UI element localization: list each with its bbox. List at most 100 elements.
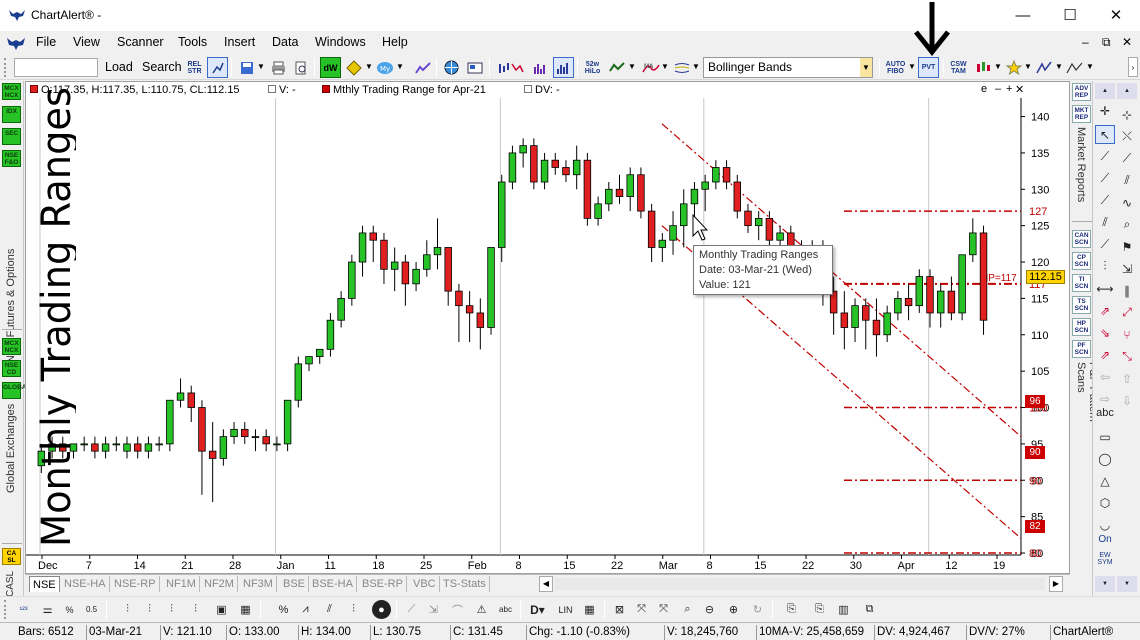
hp-scn-badge[interactable]: HP SCN bbox=[1072, 318, 1091, 336]
auto-fibo-dropdown-arrow-icon[interactable]: ▼ bbox=[908, 62, 916, 71]
calendar-icon[interactable]: ▣ bbox=[212, 600, 231, 619]
vertical-line-tool-icon[interactable]: ⫶ bbox=[1095, 257, 1115, 276]
fib-tool-icon[interactable]: ⫽ bbox=[1117, 171, 1137, 190]
star-icon[interactable] bbox=[1003, 57, 1024, 78]
maximize-button[interactable]: ☐ bbox=[1047, 0, 1093, 31]
adv-rep-badge[interactable]: ADV REP bbox=[1072, 83, 1091, 101]
arrow-down-tool-icon[interactable]: ⇩ bbox=[1117, 391, 1137, 410]
zoom-icon[interactable]: ⌕ bbox=[678, 600, 697, 619]
ti-scn-badge[interactable]: TI SCN bbox=[1072, 274, 1091, 292]
speed-line-tool-icon[interactable]: ⤡ bbox=[1117, 347, 1137, 366]
tab-nse-rp[interactable]: NSE-RP bbox=[111, 576, 160, 592]
print-preview-icon[interactable] bbox=[290, 57, 311, 78]
pvt-button[interactable]: PVT bbox=[918, 57, 939, 78]
copy-icon[interactable]: ⎘ bbox=[782, 600, 801, 619]
crosshair-tool-icon[interactable]: ✛ bbox=[1095, 101, 1115, 120]
indicator-dropdown-arrow-icon[interactable]: ▼ bbox=[628, 62, 636, 71]
candle-pattern-icon[interactable] bbox=[972, 57, 993, 78]
menu-scanner[interactable]: Scanner bbox=[117, 35, 164, 49]
tab-scroll-right-icon[interactable]: ▶ bbox=[1049, 576, 1063, 592]
text-tool-icon[interactable]: abc bbox=[1095, 403, 1115, 422]
tool-scroll-down-icon[interactable]: ▼ bbox=[1095, 576, 1115, 592]
resistance-line-tool-icon[interactable]: ⟋ bbox=[1095, 191, 1115, 210]
percent-icon[interactable]: % bbox=[274, 600, 293, 619]
layout-icon[interactable]: ▥ bbox=[834, 600, 853, 619]
percent-scale-icon[interactable]: % bbox=[60, 600, 79, 619]
ma-icon[interactable]: MA bbox=[640, 57, 661, 78]
tool2-scroll-up-icon[interactable]: ▲ bbox=[1117, 83, 1137, 99]
menu-help[interactable]: Help bbox=[382, 35, 408, 49]
star-dropdown-arrow-icon[interactable]: ▼ bbox=[1024, 62, 1032, 71]
link-windows-icon[interactable]: ⧉ bbox=[860, 600, 879, 619]
global-badge[interactable]: GLOBAL bbox=[2, 382, 30, 399]
close-button[interactable]: ✕ bbox=[1093, 0, 1139, 31]
ca-badge[interactable]: CA SL bbox=[2, 548, 21, 565]
tab-bse-rp[interactable]: BSE-RP bbox=[359, 576, 407, 592]
parallel-tool-icon[interactable]: ∥ bbox=[1117, 281, 1137, 300]
idx-badge[interactable]: IDX bbox=[2, 106, 21, 123]
dw-icon[interactable]: dW bbox=[320, 57, 341, 78]
tab-nse[interactable]: NSE bbox=[29, 576, 60, 592]
triangle-tool-icon[interactable]: △ bbox=[1095, 471, 1115, 490]
tool-scroll-up-icon[interactable]: ▲ bbox=[1095, 83, 1115, 99]
menu-tools[interactable]: Tools bbox=[178, 35, 207, 49]
ellipse-tool-icon[interactable]: ◯ bbox=[1095, 449, 1115, 468]
menu-file[interactable]: File bbox=[36, 35, 56, 49]
chart-link-icon[interactable] bbox=[207, 57, 228, 78]
tab-scroll-left-icon[interactable]: ◀ bbox=[539, 576, 553, 592]
band-icon[interactable] bbox=[671, 57, 692, 78]
csw-tam-button[interactable]: CSW TAM bbox=[948, 57, 969, 78]
sell-signal-tool-icon[interactable]: ⇘ bbox=[1095, 323, 1115, 342]
chart-edit-button[interactable]: e bbox=[981, 83, 987, 95]
pattern-dropdown-arrow-icon[interactable]: ▼ bbox=[1086, 62, 1094, 71]
symbol-input[interactable] bbox=[14, 58, 98, 77]
magnify-tool-icon[interactable]: ⌕ bbox=[1117, 215, 1137, 234]
chart-expand-button[interactable]: + bbox=[1006, 83, 1012, 95]
ts-scn-badge[interactable]: TS SCN bbox=[1072, 296, 1091, 314]
decimal-icon[interactable]: 0.5 bbox=[82, 600, 101, 619]
pf-scn-badge[interactable]: PF SCN bbox=[1072, 340, 1091, 358]
zoom-out-icon[interactable]: ⊖ bbox=[700, 600, 719, 619]
pitchfork-tool-icon[interactable]: ⑂ bbox=[1117, 325, 1137, 344]
cycle-tool-icon[interactable]: ⇗ bbox=[1095, 345, 1115, 364]
curve-icon[interactable]: ⌒ bbox=[448, 600, 467, 619]
my-dropdown-arrow-icon[interactable]: ▼ bbox=[396, 62, 404, 71]
tab-ts-stats[interactable]: TS-Stats bbox=[440, 576, 490, 592]
mdi-close-button[interactable]: ✕ bbox=[1122, 35, 1132, 49]
zigzag-tool-icon[interactable]: ⟋ bbox=[1117, 149, 1137, 168]
print-icon[interactable] bbox=[268, 57, 289, 78]
numbering-icon[interactable]: ¹²³ bbox=[14, 600, 33, 619]
tab-bse-ha[interactable]: BSE-HA bbox=[309, 576, 357, 592]
search-button[interactable]: Search bbox=[142, 60, 182, 74]
load-button[interactable]: Load bbox=[105, 60, 133, 74]
indicator-icon[interactable] bbox=[606, 57, 627, 78]
arrow-icon[interactable]: ⇲ bbox=[424, 600, 443, 619]
globe-icon[interactable] bbox=[441, 57, 462, 78]
ma-dropdown-arrow-icon[interactable]: ▼ bbox=[661, 62, 669, 71]
support-line-tool-icon[interactable]: ⟋ bbox=[1095, 169, 1115, 188]
up-candle-icon[interactable]: ⫶ bbox=[140, 600, 159, 619]
zoom-in-icon[interactable]: ⊕ bbox=[724, 600, 743, 619]
pointer-tool-icon[interactable]: ↖ bbox=[1095, 125, 1115, 144]
down-candle-icon[interactable]: ⫶ bbox=[162, 600, 181, 619]
menu-view[interactable]: View bbox=[73, 35, 100, 49]
candle-tool-icon[interactable]: ⫶ bbox=[118, 600, 137, 619]
indicator-select[interactable]: Bollinger Bands ▼ bbox=[703, 57, 873, 78]
tab-nse-ha[interactable]: NSE-HA bbox=[61, 576, 110, 592]
52w-hilo-button[interactable]: 52w HiLo bbox=[582, 57, 603, 78]
diamond-icon[interactable] bbox=[343, 57, 364, 78]
arrow-up-tool-icon[interactable]: ⇧ bbox=[1117, 369, 1137, 388]
cross-tool-icon[interactable]: ⤬ bbox=[1117, 127, 1137, 146]
grid-toggle-icon[interactable]: ▦ bbox=[580, 600, 599, 619]
mcx-ncx-bottom-badge[interactable]: MCX NCX bbox=[2, 338, 21, 355]
crosshair2-tool-icon[interactable]: ⊹ bbox=[1117, 105, 1137, 124]
save-dropdown-arrow-icon[interactable]: ▼ bbox=[257, 62, 265, 71]
menu-windows[interactable]: Windows bbox=[315, 35, 366, 49]
chart-minimize-button[interactable]: – bbox=[995, 83, 1001, 95]
polygon-tool-icon[interactable]: ⬡ bbox=[1095, 493, 1115, 512]
equal-candle-icon[interactable]: ⫶ bbox=[186, 600, 205, 619]
zoom-fit-icon[interactable]: ⤧ bbox=[632, 600, 651, 619]
mcx-ncx-badge[interactable]: MCX NCX bbox=[2, 83, 21, 100]
paste-icon[interactable]: ⎘ bbox=[810, 600, 829, 619]
trendline-icon[interactable] bbox=[1033, 57, 1054, 78]
